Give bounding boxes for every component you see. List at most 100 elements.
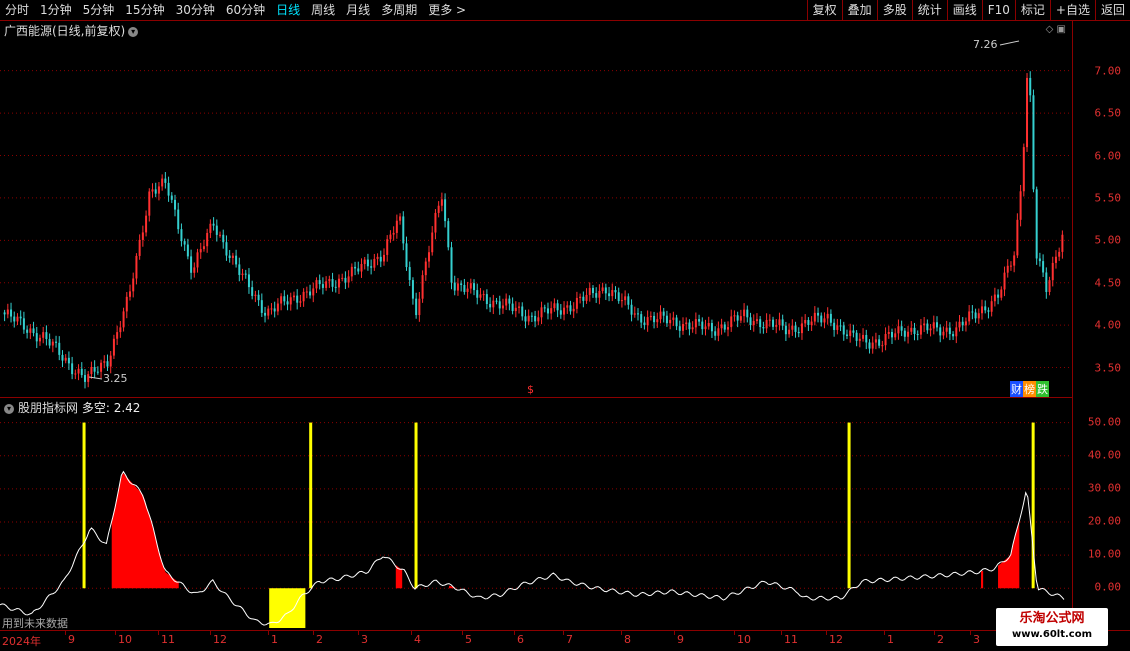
candle: [125, 292, 128, 319]
candle-body: [971, 311, 974, 313]
candle: [1058, 247, 1061, 261]
month-label-11: 8: [624, 633, 631, 646]
candle: [145, 210, 148, 237]
badge-0[interactable]: 财: [1010, 381, 1023, 397]
candle-body: [112, 338, 115, 356]
candle: [440, 192, 443, 212]
period-tab-1[interactable]: 1分钟: [35, 0, 78, 20]
period-tab-4[interactable]: 30分钟: [171, 0, 221, 20]
candle-body: [919, 325, 922, 335]
candle-body: [923, 323, 926, 326]
candle-body: [90, 367, 93, 375]
price-chart-panel[interactable]: 广西能源(日线,前复权) ▾ ◇ ▣ $ 7.26 3.25 财榜跌: [0, 21, 1072, 397]
period-tab-3[interactable]: 15分钟: [120, 0, 170, 20]
action-button-5[interactable]: F10: [981, 0, 1015, 20]
action-button-7[interactable]: +自选: [1049, 0, 1095, 20]
candle-body: [620, 300, 623, 302]
candle: [128, 284, 131, 301]
month-label-16: 1: [887, 633, 894, 646]
candle: [437, 201, 440, 218]
candle-body: [717, 328, 720, 336]
candle: [360, 258, 363, 278]
candle: [733, 310, 736, 322]
candle: [598, 284, 601, 305]
candle: [473, 279, 476, 296]
candle-body: [1026, 77, 1029, 148]
month-label-3: 12: [213, 633, 227, 646]
candle: [878, 335, 881, 349]
candle-body: [505, 298, 508, 306]
candle: [402, 211, 405, 251]
candle-body: [260, 300, 263, 313]
candle: [382, 248, 385, 266]
period-tab-8[interactable]: 月线: [341, 0, 376, 20]
candle-body: [772, 319, 775, 327]
candle-body: [743, 309, 746, 317]
candle: [765, 313, 768, 334]
action-button-2[interactable]: 多股: [876, 0, 912, 20]
candle: [591, 285, 594, 298]
candle: [251, 280, 254, 300]
candle: [981, 299, 984, 320]
candle-body: [71, 363, 74, 375]
candle: [58, 336, 61, 361]
action-button-1[interactable]: 叠加: [841, 0, 877, 20]
action-button-0[interactable]: 复权: [806, 0, 842, 20]
candle-body: [1038, 258, 1041, 262]
candle: [447, 218, 450, 251]
candle-body: [611, 290, 614, 297]
candle-body: [1009, 265, 1012, 267]
candle-body: [579, 296, 582, 298]
action-button-3[interactable]: 统计: [911, 0, 947, 20]
date-tick-17: [934, 631, 935, 635]
date-tick-3: [210, 631, 211, 635]
candle-body: [527, 315, 530, 322]
date-tick-14: [781, 631, 782, 635]
candle-body: [534, 315, 537, 322]
period-tab-5[interactable]: 60分钟: [221, 0, 271, 20]
month-label-7: 4: [414, 633, 421, 646]
candle: [588, 282, 591, 302]
candle-body: [765, 320, 768, 329]
candle-body: [591, 287, 594, 294]
period-tab-2[interactable]: 5分钟: [78, 0, 121, 20]
candle: [1035, 186, 1038, 265]
action-button-6[interactable]: 标记: [1014, 0, 1050, 20]
candle-body: [64, 357, 67, 361]
indicator-panel[interactable]: ▾ 股朋指标网 多空: 2.42 用到未来数据: [0, 397, 1072, 631]
candle: [373, 253, 376, 271]
period-tab-0[interactable]: 分时: [0, 0, 35, 20]
candle: [948, 322, 951, 341]
candle: [582, 291, 585, 308]
candle: [913, 322, 916, 341]
action-button-4[interactable]: 画线: [946, 0, 982, 20]
candle-body: [428, 252, 431, 262]
candle-body: [842, 325, 845, 335]
candle: [116, 325, 119, 345]
candle: [1019, 184, 1022, 227]
action-button-8[interactable]: 返回: [1094, 0, 1130, 20]
candle-body: [479, 294, 482, 298]
candle-body: [344, 277, 347, 283]
candle: [688, 319, 691, 336]
period-tab-6[interactable]: 日线: [271, 0, 306, 20]
candle-body: [141, 232, 144, 240]
candle: [942, 326, 945, 340]
candle: [945, 320, 948, 338]
period-tab-9[interactable]: 多周期: [376, 0, 423, 20]
candle: [714, 326, 717, 341]
candle-body: [167, 182, 170, 196]
badge-1[interactable]: 榜: [1023, 381, 1036, 397]
price-tick-0: 7.00: [1094, 64, 1122, 78]
candle-body: [704, 326, 707, 330]
candle-body: [778, 319, 781, 325]
badge-2[interactable]: 跌: [1036, 381, 1049, 397]
candle: [1006, 259, 1009, 278]
period-tab-10[interactable]: 更多 >: [423, 0, 472, 20]
candle: [939, 324, 942, 343]
candle-body: [1000, 289, 1003, 298]
candle: [624, 290, 627, 306]
high-price-label: 7.26: [973, 38, 998, 51]
period-tab-7[interactable]: 周线: [306, 0, 341, 20]
candle: [154, 182, 157, 198]
